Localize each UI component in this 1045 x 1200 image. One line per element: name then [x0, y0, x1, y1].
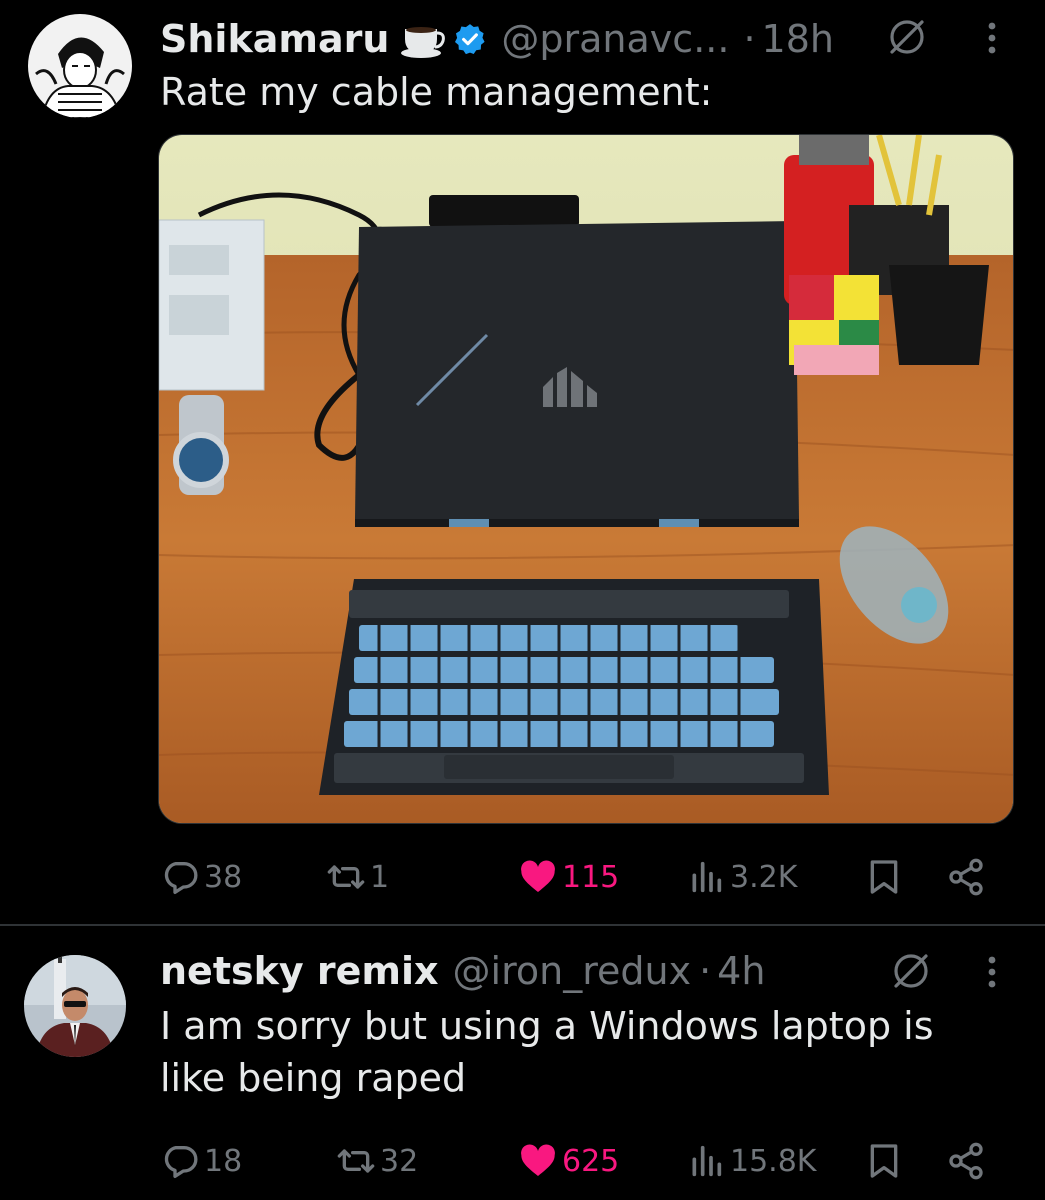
- like-button[interactable]: 625: [518, 1136, 619, 1186]
- repost-button[interactable]: 32: [336, 1136, 418, 1186]
- like-button[interactable]: 115: [518, 852, 619, 902]
- display-name[interactable]: netsky remix: [160, 949, 439, 993]
- tweet-text: Rate my cable management:: [160, 70, 713, 114]
- action-bar: 38 1 115 3.2K: [0, 852, 1045, 902]
- like-icon: [521, 860, 555, 892]
- repost-button[interactable]: 1: [326, 852, 389, 902]
- handle[interactable]: @iron_redux: [453, 949, 692, 993]
- like-icon: [521, 1144, 555, 1176]
- avatar[interactable]: [28, 14, 132, 118]
- timestamp[interactable]: 4h: [717, 949, 765, 993]
- repost-count: 1: [370, 859, 390, 895]
- separator: ·: [743, 17, 756, 61]
- view-count: 3.2K: [730, 859, 798, 895]
- views-icon: [692, 861, 722, 893]
- reply-icon: [164, 1146, 198, 1178]
- like-count: 625: [562, 1143, 620, 1179]
- grok-icon[interactable]: [886, 16, 928, 58]
- repost-icon: [327, 865, 365, 889]
- bookmark-button[interactable]: [864, 852, 908, 902]
- views-button[interactable]: 3.2K: [686, 852, 797, 902]
- tweet-text: I am sorry but using a Windows laptop is…: [160, 1004, 934, 1100]
- reply-icon: [164, 862, 198, 894]
- reply-count: 18: [204, 1143, 243, 1179]
- display-name[interactable]: Shikamaru: [160, 17, 389, 61]
- action-bar: 18 32 625 15.8K: [0, 1136, 1045, 1186]
- views-icon: [692, 1145, 722, 1177]
- separator: ·: [699, 949, 712, 993]
- tweet[interactable]: netsky remix @iron_redux · 4h I am sorry…: [0, 926, 1045, 1200]
- reply-count: 38: [204, 859, 243, 895]
- avatar[interactable]: [24, 955, 126, 1057]
- reply-button[interactable]: 18: [160, 1136, 242, 1186]
- grok-icon[interactable]: [890, 950, 932, 992]
- repost-count: 32: [380, 1143, 419, 1179]
- repost-icon: [337, 1149, 375, 1173]
- share-icon: [949, 1142, 983, 1180]
- timestamp[interactable]: 18h: [762, 17, 834, 61]
- share-button[interactable]: [946, 1136, 990, 1186]
- handle[interactable]: @pranavc...: [501, 17, 729, 61]
- more-icon[interactable]: [984, 18, 1000, 58]
- verified-icon: [453, 22, 487, 56]
- coffee-cup-icon: [399, 19, 446, 59]
- bookmark-icon: [870, 860, 898, 894]
- share-icon: [949, 858, 983, 896]
- share-button[interactable]: [946, 852, 990, 902]
- like-count: 115: [562, 859, 620, 895]
- tweet[interactable]: Shikamaru @pranavc... · 18h Rate my cabl…: [0, 0, 1045, 925]
- views-button[interactable]: 15.8K: [686, 1136, 816, 1186]
- more-icon[interactable]: [984, 952, 1000, 992]
- tweet-photo[interactable]: [158, 134, 1014, 824]
- view-count: 15.8K: [730, 1143, 817, 1179]
- reply-button[interactable]: 38: [160, 852, 242, 902]
- bookmark-button[interactable]: [864, 1136, 908, 1186]
- bookmark-icon: [870, 1144, 898, 1178]
